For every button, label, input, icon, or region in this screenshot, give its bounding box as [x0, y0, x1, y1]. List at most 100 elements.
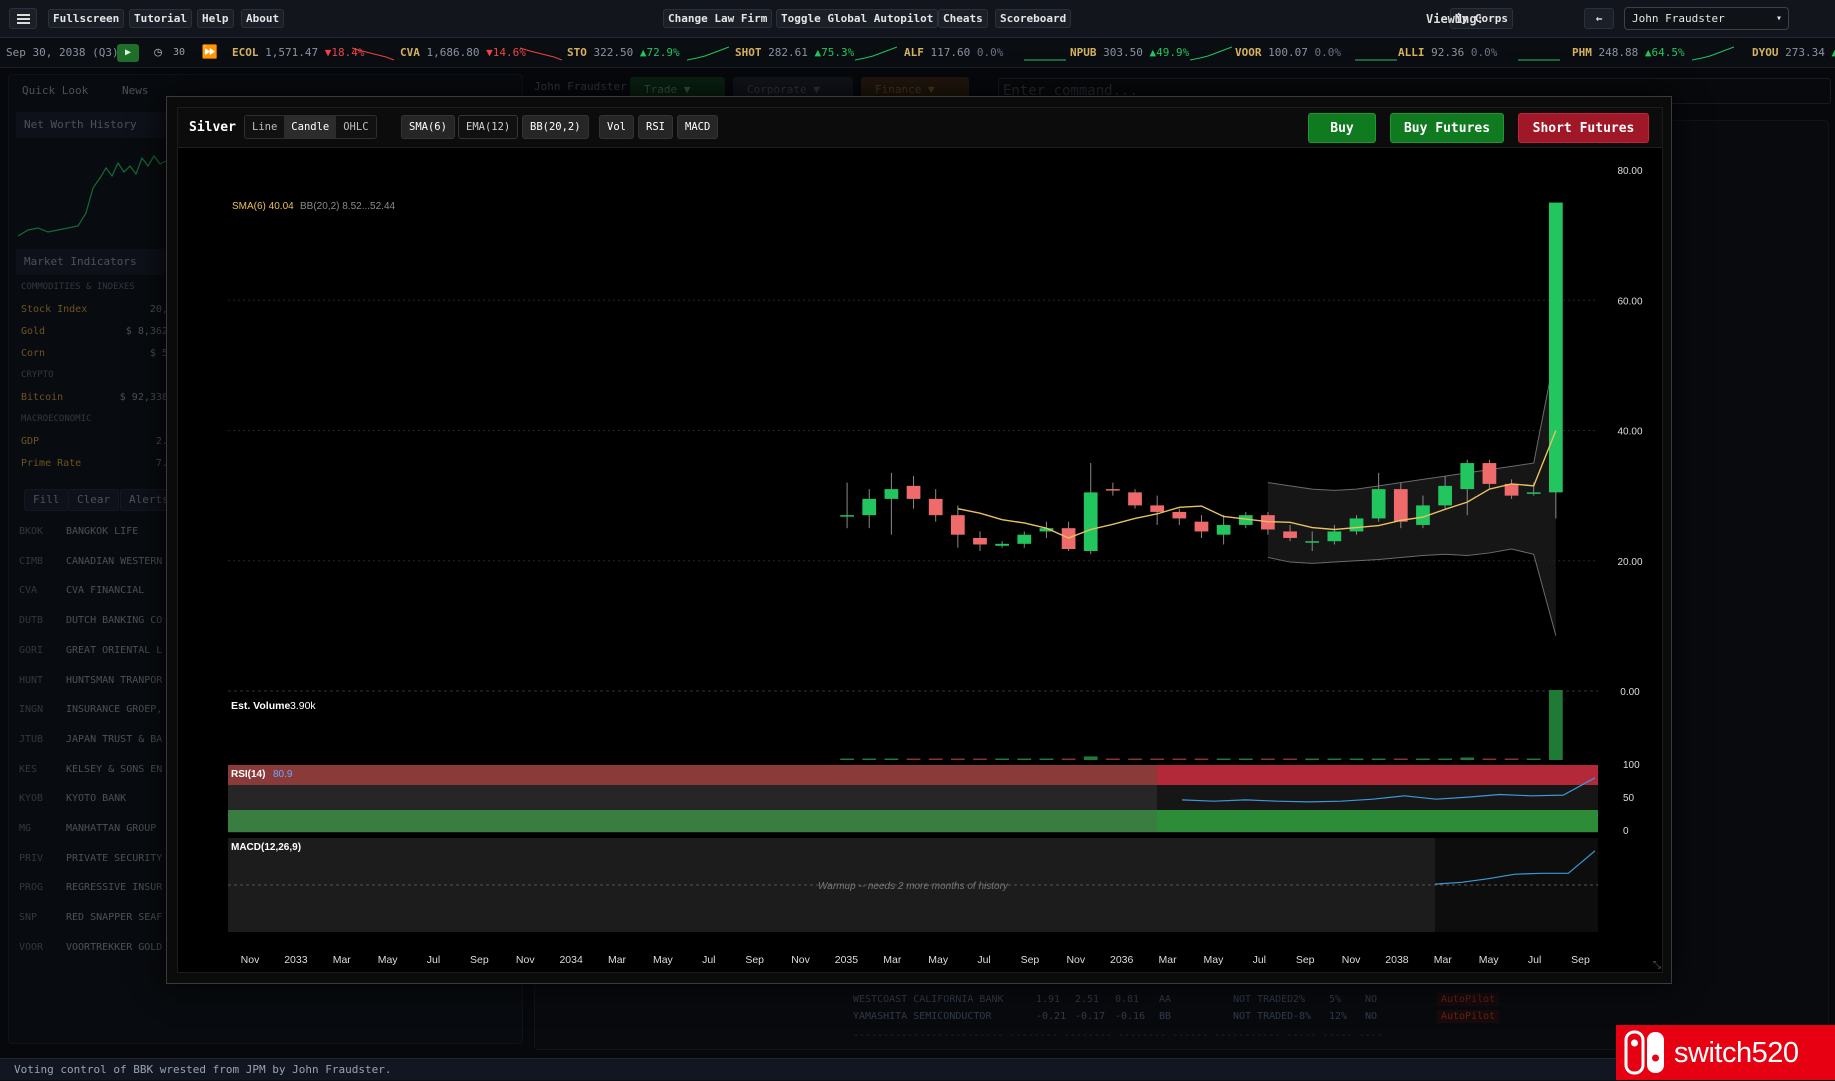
volume-bar	[929, 759, 943, 761]
candle-body[interactable]	[1150, 505, 1164, 512]
ticker-item[interactable]: STO 322.50 ▲72.9%	[567, 46, 680, 59]
ticker-sparkline	[1518, 44, 1560, 62]
x-axis-tick-label: May	[1204, 954, 1225, 966]
candle-body[interactable]	[907, 486, 921, 499]
ticker-item[interactable]: ECOL 1,571.47 ▼18.4%	[232, 46, 364, 59]
ticker-change: ▲67	[1832, 46, 1835, 59]
candle-body[interactable]	[1350, 518, 1364, 531]
x-axis-tick-label: May	[653, 954, 674, 966]
candle-body[interactable]	[1283, 531, 1297, 538]
tutorial-button[interactable]: Tutorial	[129, 9, 192, 28]
candle-body[interactable]	[1195, 522, 1209, 532]
fullscreen-button[interactable]: Fullscreen	[48, 9, 124, 28]
buy-button[interactable]: Buy	[1308, 113, 1376, 143]
chart-type-toggle: Line Candle OHLC	[244, 115, 377, 139]
change-law-firm-button[interactable]: Change Law Firm	[663, 9, 772, 28]
rsi-overbought-zone-warmup	[228, 765, 1157, 785]
macd-toggle-button[interactable]: MACD	[677, 115, 718, 139]
candle-body[interactable]	[1327, 531, 1341, 541]
volume-bar	[1195, 759, 1209, 761]
ticker-item[interactable]: ALLI 92.36 0.0%	[1398, 46, 1497, 59]
menu-icon[interactable]	[9, 8, 37, 29]
candle-body[interactable]	[1394, 489, 1408, 522]
ticker-item[interactable]: VOOR 100.07 0.0%	[1235, 46, 1341, 59]
volume-bar	[1416, 759, 1430, 761]
volume-toggle-button[interactable]: Vol	[599, 115, 634, 139]
toggle-global-autopilot-button[interactable]: Toggle Global Autopilot	[776, 9, 938, 28]
ticker-change: 0.0%	[1315, 46, 1342, 59]
ticker-price: 322.50	[594, 46, 634, 59]
speed-value: 30	[169, 44, 189, 62]
rsi-value: 80.9	[273, 769, 293, 780]
volume-bar	[1283, 759, 1297, 761]
x-axis-tick-label: Jul	[1528, 954, 1541, 966]
chart-type-line-button[interactable]: Line	[245, 116, 284, 138]
volume-bar	[907, 759, 921, 761]
candle-body[interactable]	[1549, 203, 1563, 493]
ticker-item[interactable]: ALF 117.60 0.0%	[904, 46, 1003, 59]
candle-body[interactable]	[1084, 492, 1098, 551]
candle-body[interactable]	[1305, 541, 1319, 543]
sma-toggle-button[interactable]: SMA(6)	[401, 115, 455, 139]
candle-body[interactable]	[1460, 463, 1474, 489]
candle-body[interactable]	[885, 489, 899, 499]
x-axis-tick-label: Jul	[977, 954, 990, 966]
resize-handle-icon[interactable]: ⤡	[1653, 960, 1661, 971]
x-axis-tick-label: Nov	[516, 954, 535, 966]
x-axis-tick-label: Sep	[745, 954, 764, 966]
volume-bar	[1305, 759, 1319, 761]
ticker-item[interactable]: PHM 248.88 ▲64.5%	[1572, 46, 1685, 59]
ema-toggle-button[interactable]: EMA(12)	[458, 115, 518, 139]
candle-body[interactable]	[1217, 525, 1231, 535]
volume-bar	[1327, 759, 1341, 761]
buy-futures-button[interactable]: Buy Futures	[1390, 113, 1504, 143]
volume-bar	[1372, 759, 1386, 761]
short-futures-button[interactable]: Short Futures	[1518, 113, 1649, 143]
candle-body[interactable]	[1372, 489, 1386, 518]
candle-body[interactable]	[929, 499, 943, 515]
candle-body[interactable]	[951, 515, 965, 535]
help-button[interactable]: Help	[197, 9, 234, 28]
volume-bar	[1261, 759, 1275, 761]
candle-body[interactable]	[1017, 535, 1031, 544]
fast-forward-icon[interactable]: ⏩	[199, 44, 221, 62]
x-axis-tick-label: Mar	[608, 954, 627, 966]
candle-body[interactable]	[1172, 512, 1186, 519]
play-button[interactable]: ▶	[117, 44, 139, 62]
bb-toggle-button[interactable]: BB(20,2)	[522, 115, 589, 139]
ticker-item[interactable]: SHOT 282.61 ▲75.3%	[735, 46, 854, 59]
stock-ticker: Sep 30, 2038 (Q3) ▶ ◷ 30 ⏩ ECOL 1,571.47…	[0, 38, 1835, 68]
rsi-tick-label: 0	[1623, 826, 1629, 837]
x-axis-tick-label: Nov	[1066, 954, 1085, 966]
volume-bar	[1505, 759, 1519, 761]
x-axis-tick-label: May	[1479, 954, 1500, 966]
candle-body[interactable]	[1128, 492, 1142, 505]
ticker-sparkline	[1024, 44, 1066, 62]
candle-body[interactable]	[862, 499, 876, 515]
chart-type-candle-button[interactable]: Candle	[284, 116, 336, 138]
x-axis-tick-label: Nov	[791, 954, 810, 966]
ticker-item[interactable]: CVA 1,686.80 ▼14.6%	[400, 46, 526, 59]
cheats-button[interactable]: Cheats	[938, 9, 988, 28]
ticker-price: 1,571.47	[265, 46, 318, 59]
viewing-select[interactable]: John Fraudster ▾	[1624, 7, 1789, 30]
ticker-price: 117.60	[931, 46, 971, 59]
scoreboard-button[interactable]: Scoreboard	[995, 9, 1071, 28]
chart-type-ohlc-button[interactable]: OHLC	[336, 116, 375, 138]
about-button[interactable]: About	[241, 9, 284, 28]
x-axis-tick-label: 2034	[559, 954, 583, 966]
candle-body[interactable]	[1483, 463, 1497, 484]
candle-body[interactable]	[995, 544, 1009, 546]
candle-body[interactable]	[840, 515, 854, 517]
rsi-toggle-button[interactable]: RSI	[638, 115, 673, 139]
candle-body[interactable]	[1106, 489, 1120, 491]
back-arrow-button[interactable]: ←	[1584, 8, 1614, 29]
ticker-item[interactable]: NPUB 303.50 ▲49.9%	[1070, 46, 1189, 59]
ticker-symbol: STO	[567, 46, 587, 59]
ticker-item[interactable]: DYOU 273.34 ▲67	[1752, 46, 1835, 59]
price-chart[interactable]: Est. Volume 3.90k RSI(14) 80.9 MACD(12,2…	[178, 148, 1662, 972]
candle-body[interactable]	[973, 538, 987, 545]
candle-body[interactable]	[1527, 492, 1541, 494]
x-axis-tick-label: 2038	[1385, 954, 1409, 966]
candle-body[interactable]	[1438, 486, 1452, 506]
